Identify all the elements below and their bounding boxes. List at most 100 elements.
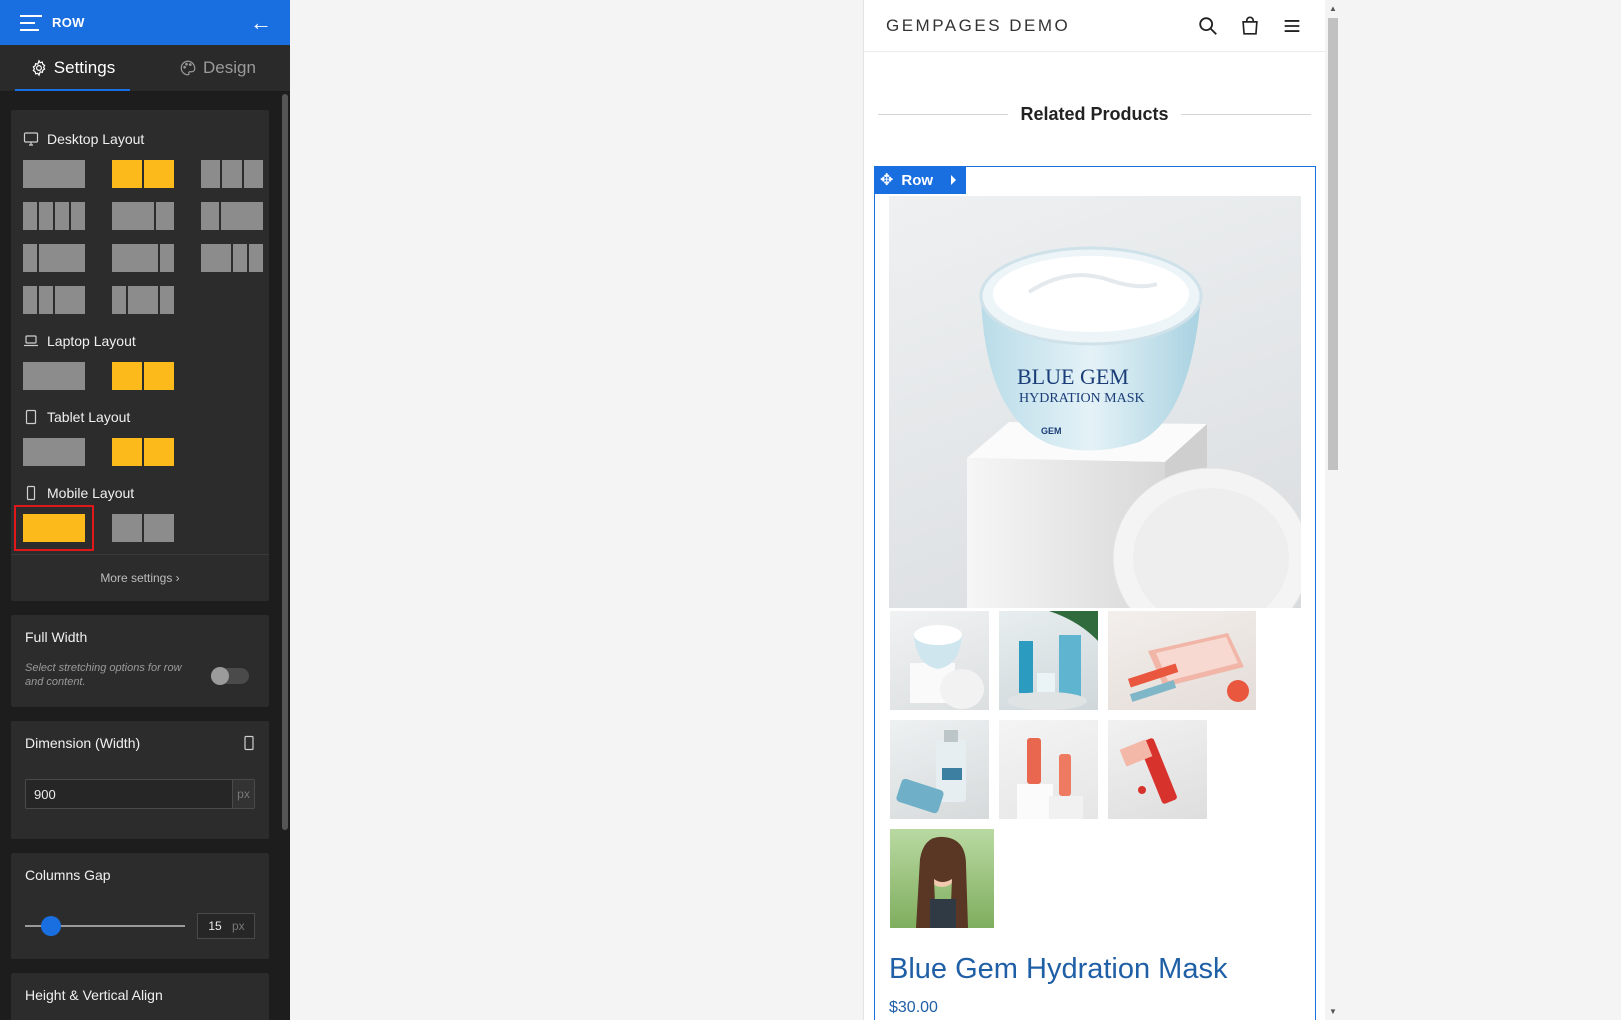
full-width-description: Select stretching options for row and co… [25, 662, 182, 688]
dimension-width-input[interactable] [26, 780, 232, 808]
thumb-lipstick-illustration [1119, 738, 1177, 804]
back-arrow-icon[interactable]: ← [250, 11, 272, 34]
columns-gap-slider[interactable] [25, 916, 185, 936]
full-width-title: Full Width [25, 629, 88, 645]
heading-line-left [878, 114, 1009, 115]
sidebar-scrollbar-thumb[interactable] [282, 94, 288, 830]
layout-option-2col[interactable] [112, 160, 174, 188]
tab-settings[interactable]: Settings [0, 45, 145, 91]
laptop-option-2col[interactable] [112, 362, 174, 390]
layout-option-4col[interactable] [23, 202, 85, 230]
jar-product-text: HYDRATION MASK [1019, 391, 1145, 406]
thumb-bottles-illustration [1007, 611, 1098, 710]
scroll-up-arrow-icon[interactable]: ▲ [1329, 4, 1337, 13]
layout-option-1-2-1[interactable] [112, 286, 174, 314]
move-icon[interactable]: ✥ [880, 170, 893, 190]
product-title[interactable]: Blue Gem Hydration Mask [889, 953, 1227, 986]
product-thumbnail-6[interactable] [1108, 720, 1207, 819]
layout-option-1-1-2[interactable] [23, 286, 85, 314]
columns-gap-panel: Columns Gap px [11, 853, 269, 959]
preview-scrollbar-thumb[interactable] [1328, 18, 1338, 470]
tablet-layout-label: Tablet Layout [47, 409, 131, 425]
row-element-selected[interactable]: ✥ Row BLUE GEM HYDRATION MASK GEM Blue G… [874, 166, 1316, 1020]
product-thumbnail-1[interactable] [890, 611, 989, 710]
menu-icon[interactable] [1281, 15, 1303, 37]
tab-design[interactable]: Design [145, 45, 290, 91]
product-price: $30.00 [889, 999, 938, 1016]
shopping-bag-icon[interactable] [1239, 15, 1261, 37]
thumb-jar-illustration [910, 625, 984, 709]
dimension-title: Dimension (Width) [25, 735, 141, 751]
product-thumbnail-3[interactable] [1108, 611, 1256, 710]
store-header: GEMPAGES DEMO [864, 0, 1325, 52]
layout-option-3-1[interactable] [112, 244, 174, 272]
store-preview: GEMPAGES DEMO Related Products ✥ Row BLU… [863, 0, 1325, 1020]
preview-scrollbar[interactable]: ▲ ▼ [1325, 0, 1341, 1020]
scroll-down-arrow-icon[interactable]: ▼ [1329, 1007, 1337, 1016]
dimension-unit: px [232, 780, 254, 808]
gear-icon [32, 59, 46, 77]
full-width-toggle[interactable] [211, 667, 249, 685]
dimension-panel: Dimension (Width) px [11, 721, 269, 839]
row-toolbar[interactable]: ✥ Row [874, 166, 966, 194]
product-thumbnail-4[interactable] [890, 720, 989, 819]
tablet-icon [25, 409, 37, 425]
laptop-layout-label: Laptop Layout [47, 333, 136, 349]
palette-icon [180, 60, 196, 76]
laptop-icon [24, 335, 38, 347]
jar-logo-text: GEM [1041, 426, 1062, 436]
desktop-layout-label: Desktop Layout [47, 131, 145, 147]
columns-gap-input[interactable] [198, 919, 232, 933]
product-thumbnail-7[interactable] [890, 829, 994, 928]
hamburger-icon[interactable] [20, 14, 42, 31]
layout-option-2-1-1[interactable] [201, 244, 263, 272]
tab-settings-label: Settings [53, 58, 116, 77]
desktop-layout-options [23, 160, 263, 314]
layout-option-3col[interactable] [201, 160, 263, 188]
laptop-option-1col[interactable] [23, 362, 85, 390]
layout-option-1col[interactable] [23, 160, 85, 188]
layout-option-2-1[interactable] [112, 202, 174, 230]
mobile-device-icon[interactable] [243, 735, 255, 751]
columns-gap-row: px [25, 913, 255, 939]
layout-panel: Desktop Layout Laptop Layout Tablet Layo… [11, 110, 269, 601]
dimension-title-row: Dimension (Width) [25, 735, 255, 751]
tablet-layout-options [23, 438, 257, 466]
laptop-layout-options [23, 362, 257, 390]
full-width-panel: Full Width Select stretching options for… [11, 615, 269, 707]
layout-option-1-2[interactable] [201, 202, 263, 230]
related-products-heading: Related Products [878, 104, 1312, 125]
columns-gap-title: Columns Gap [25, 867, 111, 883]
sidebar-scrollbar[interactable] [280, 92, 290, 1020]
height-align-panel: Height & Vertical Align [11, 973, 269, 1020]
dimension-width-field[interactable]: px [25, 779, 255, 809]
heading-line-right [1180, 114, 1312, 115]
search-icon[interactable] [1197, 15, 1219, 37]
mobile-option-2col[interactable] [112, 514, 174, 542]
product-thumbnail-5[interactable] [999, 720, 1098, 819]
mobile-layout-options [14, 505, 257, 551]
tab-design-label: Design [203, 58, 256, 77]
sidebar-scroll-area[interactable]: Desktop Layout Laptop Layout Tablet Layo… [0, 92, 280, 1020]
product-thumbnail-2[interactable] [999, 611, 1098, 710]
mobile-option-1col[interactable] [14, 505, 94, 551]
tablet-layout-title: Tablet Layout [23, 402, 257, 432]
columns-gap-field[interactable]: px [197, 913, 255, 939]
mobile-layout-title: Mobile Layout [23, 478, 257, 508]
thumb-tubes-illustration [1017, 738, 1083, 819]
row-tag-label: Row [901, 171, 934, 189]
caret-right-icon[interactable] [951, 175, 957, 185]
sidebar-header: ROW ← [0, 0, 290, 45]
tablet-option-1col[interactable] [23, 438, 85, 466]
product-main-image[interactable]: BLUE GEM HYDRATION MASK GEM [889, 196, 1301, 608]
layout-option-1-3[interactable] [23, 244, 85, 272]
laptop-layout-title: Laptop Layout [23, 326, 257, 356]
more-settings-link[interactable]: More settings › [11, 554, 269, 601]
slider-knob[interactable] [41, 916, 61, 936]
sidebar-title: ROW [52, 15, 85, 30]
thumb-palette-illustration [1127, 633, 1249, 702]
full-width-row: Select stretching options for row and co… [25, 645, 255, 689]
store-logo[interactable]: GEMPAGES DEMO [886, 16, 1197, 36]
tablet-option-2col[interactable] [112, 438, 174, 466]
product-jar-illustration: BLUE GEM HYDRATION MASK GEM [967, 246, 1301, 608]
